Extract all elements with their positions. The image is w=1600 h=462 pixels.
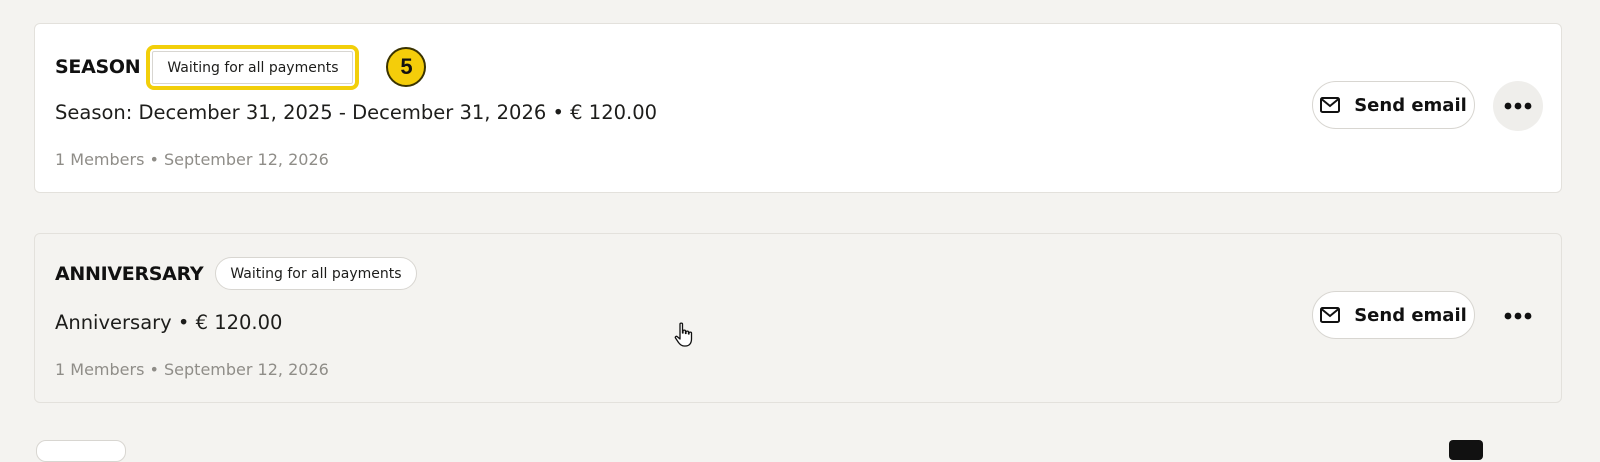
next-card-edge xyxy=(36,440,126,462)
more-options-button[interactable] xyxy=(1493,81,1543,131)
mail-icon xyxy=(1320,97,1341,113)
plan-card-season: SEASON Waiting for all payments 5 Season… xyxy=(34,23,1562,193)
more-horizontal-icon xyxy=(1504,102,1532,110)
send-email-label: Send email xyxy=(1354,94,1467,116)
plan-title-row: SEASON Waiting for all payments 5 xyxy=(55,44,427,90)
plan-name: ANNIVERSARY xyxy=(55,262,204,285)
status-badge: Waiting for all payments xyxy=(146,44,360,90)
plan-card-anniversary: ANNIVERSARY Waiting for all payments Ann… xyxy=(34,233,1562,403)
plan-description: Season: December 31, 2025 - December 31,… xyxy=(55,101,658,124)
next-card-control-edge xyxy=(1449,440,1483,460)
step-marker: 5 xyxy=(386,47,427,87)
hand-pointer-cursor-icon xyxy=(674,322,693,347)
send-email-button[interactable]: Send email xyxy=(1312,81,1475,129)
send-email-button[interactable]: Send email xyxy=(1312,291,1475,339)
status-badge: Waiting for all payments xyxy=(215,257,417,290)
more-options-button[interactable] xyxy=(1493,291,1543,341)
send-email-label: Send email xyxy=(1354,304,1467,326)
plan-meta: 1 Members • September 12, 2026 xyxy=(55,360,329,379)
plan-name: SEASON xyxy=(55,56,141,78)
plan-description: Anniversary • € 120.00 xyxy=(55,311,283,334)
more-horizontal-icon xyxy=(1504,312,1532,320)
plan-title-row: ANNIVERSARY Waiting for all payments xyxy=(55,257,417,290)
plan-meta: 1 Members • September 12, 2026 xyxy=(55,150,329,169)
mail-icon xyxy=(1320,307,1341,323)
